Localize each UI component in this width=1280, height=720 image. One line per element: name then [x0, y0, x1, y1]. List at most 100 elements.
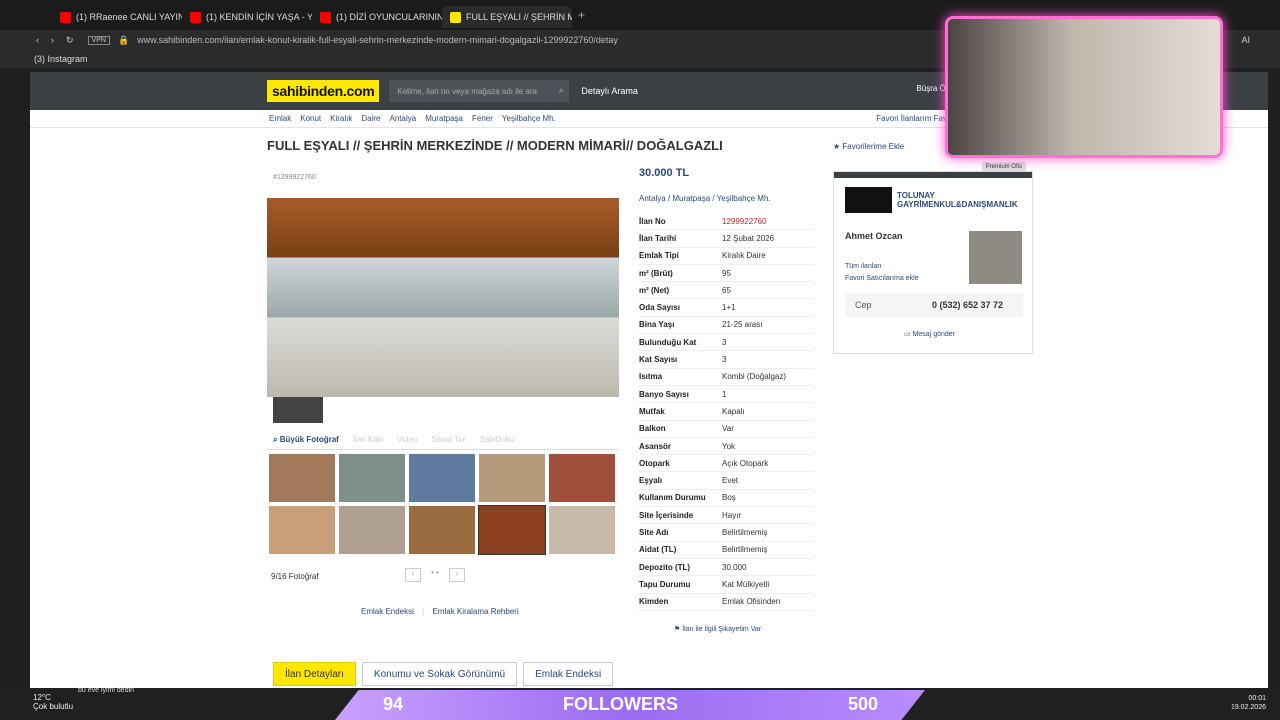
- browser-tab[interactable]: (1) DİZİ OYUNCULARININ: [312, 6, 442, 28]
- thumbnail[interactable]: [409, 454, 475, 502]
- breadcrumb-item[interactable]: Emlak: [269, 114, 291, 123]
- detail-tabs: İlan Detayları Konumu ve Sokak Görünümü …: [273, 662, 614, 686]
- web-page: sahibinden.com Kelime, ilan no veya mağa…: [30, 72, 1268, 688]
- thumbnail[interactable]: [339, 506, 405, 554]
- details-value: Emlak Ofisinden: [722, 597, 781, 607]
- details-value: Evet: [722, 476, 739, 486]
- details-row: Aidat (TL) Belirtilmemiş: [639, 542, 814, 559]
- advanced-search-link[interactable]: Detaylı Arama: [581, 86, 638, 96]
- url-field[interactable]: www.sahibinden.com/ilan/emlak-konut-kira…: [137, 35, 618, 45]
- new-tab-button[interactable]: +: [578, 8, 585, 22]
- details-key: Kullanım Durumu: [639, 493, 706, 503]
- user-menu[interactable]: Büşra Ö.: [916, 84, 948, 93]
- next-page-button[interactable]: ›: [449, 568, 465, 582]
- seller-name[interactable]: TOLUNAY GAYRİMENKUL&DANIŞMANLIK: [897, 191, 1027, 209]
- complain-link[interactable]: ⚑ İlan ile İlgili Şikayetim Var: [674, 625, 761, 633]
- details-row: Kullanım Durumu Boş: [639, 490, 814, 508]
- details-row: Bina Yaşı 21-25 arası: [639, 317, 814, 335]
- price: 30.000 TL: [639, 167, 690, 179]
- browser-tab[interactable]: (1) KENDİN İÇİN YAŞA - Yo: [182, 6, 312, 28]
- thumbnail[interactable]: [549, 454, 615, 502]
- forward-icon[interactable]: ›: [51, 35, 54, 45]
- fav-seller-link[interactable]: Favori Satıcılarıma ekle: [845, 275, 919, 282]
- search-icon[interactable]: ⌕: [559, 86, 563, 96]
- big-photo-button[interactable]: ⌕ Büyük Fotoğraf: [273, 435, 339, 445]
- details-key: Balkon: [639, 424, 666, 434]
- search-input[interactable]: Kelime, ilan no veya mağaza adı ile ara ⌕: [389, 80, 570, 102]
- phone-number[interactable]: 0 (532) 652 37 72: [932, 300, 1003, 310]
- all-listings-link[interactable]: Tüm ilanları: [845, 263, 882, 270]
- thumbnail[interactable]: [479, 454, 545, 502]
- details-row: Depozito (TL) 30.000: [639, 559, 814, 577]
- tab-emlak-index[interactable]: Emlak Endeksi: [523, 662, 614, 686]
- bookmark-instagram[interactable]: (3) Instagram: [34, 54, 88, 64]
- main-photo[interactable]: [267, 198, 619, 397]
- details-value: Kombi (Doğalgaz): [722, 372, 787, 382]
- breadcrumb-item[interactable]: Kiralık: [330, 114, 352, 123]
- thumbnail[interactable]: [549, 506, 615, 554]
- sahidoku-button: SahiDoku: [479, 435, 515, 444]
- details-value: Hayır: [722, 510, 742, 520]
- details-row: Kimden Emlak Ofisinden: [639, 594, 814, 611]
- listing-id: #1299922760: [273, 174, 316, 181]
- tab-listing-details[interactable]: İlan Detayları: [273, 662, 356, 686]
- big-photo-label: Büyük Fotoğraf: [279, 434, 339, 444]
- search-placeholder: Kelime, ilan no veya mağaza adı ile ara: [397, 86, 538, 96]
- details-row: Emlak Tipi Kiralık Daire: [639, 248, 814, 265]
- separator: |: [422, 607, 425, 616]
- details-value: 65: [722, 285, 731, 295]
- emlak-index-link[interactable]: Emlak Endeksi: [361, 607, 414, 616]
- thumbnail[interactable]: [409, 506, 475, 554]
- weather-widget[interactable]: 12°C Çok bulutlu: [33, 693, 73, 711]
- send-message-link[interactable]: ▭ Mesaj gönder: [904, 330, 955, 338]
- overlay-count-left: 94: [383, 694, 404, 714]
- details-value: 12 Şubat 2026: [722, 233, 775, 243]
- site-logo[interactable]: sahibinden.com: [267, 80, 380, 102]
- page-dots: • •: [431, 568, 439, 577]
- sahibinden-icon: [450, 11, 461, 23]
- details-row: Mutfak Kapalı: [639, 403, 814, 421]
- details-value: 21-25 arası: [722, 320, 763, 330]
- tab-location[interactable]: Konumu ve Sokak Görünümü: [361, 662, 518, 686]
- details-value: 3: [722, 337, 727, 347]
- details-key: Site Adı: [639, 527, 669, 537]
- details-row: Eşyalı Evet: [639, 472, 814, 490]
- rental-guide-link[interactable]: Emlak Kiralama Rehberi: [432, 607, 518, 616]
- vpn-badge[interactable]: VPN: [87, 35, 110, 45]
- reload-icon[interactable]: ↻: [66, 35, 74, 46]
- ai-button[interactable]: AI: [1241, 35, 1250, 45]
- webcam-overlay: [945, 16, 1223, 158]
- thumbnail[interactable]: [269, 454, 335, 502]
- breadcrumb-item[interactable]: Daire: [361, 114, 380, 123]
- details-row: Balkon Var: [639, 421, 814, 438]
- agent-name: Ahmet Ozcan: [845, 231, 903, 241]
- details-table: İlan No 1299922760 İlan Tarihi 12 Şubat 202…: [639, 213, 814, 611]
- details-key: Bulunduğu Kat: [639, 337, 697, 347]
- location[interactable]: Antalya / Muratpaşa / Yeşilbahçe Mh.: [639, 194, 771, 203]
- details-value: 1299922760: [722, 216, 767, 226]
- breadcrumb-item[interactable]: Fener: [472, 114, 493, 123]
- add-favorite-link[interactable]: ★ Favorilerime Ekle: [833, 142, 904, 151]
- breadcrumb-item[interactable]: Muratpaşa: [425, 114, 463, 123]
- details-row: Asansör Yok: [639, 438, 814, 456]
- breadcrumb-item[interactable]: Antalya: [390, 114, 417, 123]
- details-value: Kiralık Daire: [722, 251, 766, 261]
- breadcrumb-item[interactable]: Konut: [300, 114, 321, 123]
- browser-tab-active[interactable]: FULL EŞYALI // ŞEHRİN M: [442, 6, 572, 28]
- clock[interactable]: 00:01 19.02.2026: [1231, 694, 1266, 712]
- video-button: Video: [397, 435, 418, 444]
- details-key: İlan Tarihi: [639, 233, 677, 243]
- prev-page-button[interactable]: ‹: [405, 568, 421, 582]
- details-row: m² (Brüt) 95: [639, 265, 814, 283]
- details-key: Otopark: [639, 458, 670, 468]
- time: 00:01: [1248, 695, 1266, 702]
- breadcrumb-item[interactable]: Yeşilbahçe Mh.: [502, 114, 556, 123]
- browser-tab[interactable]: (1) RRaenee CANLI YAYINI: [52, 6, 182, 28]
- thumbnail-selected[interactable]: [478, 505, 546, 555]
- details-key: Kimden: [639, 597, 669, 607]
- thumbnail[interactable]: [269, 506, 335, 554]
- details-key: Depozito (TL): [639, 562, 691, 572]
- back-icon[interactable]: ‹: [36, 35, 39, 45]
- thumbnail[interactable]: [339, 454, 405, 502]
- seller-logo[interactable]: [845, 187, 892, 213]
